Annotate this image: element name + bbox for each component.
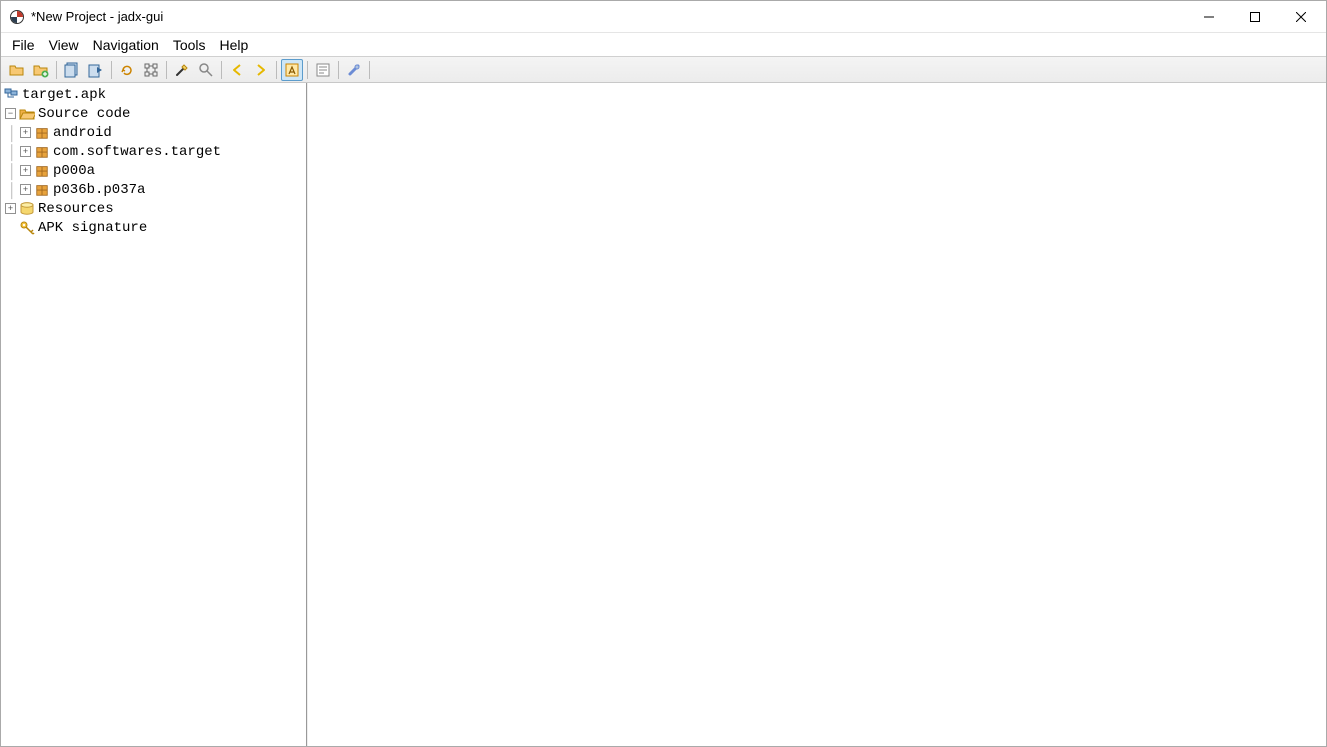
project-tree-panel[interactable]: target.apk − Source code │ + android │ + bbox=[1, 83, 307, 746]
save-all-button[interactable] bbox=[61, 59, 83, 81]
toolbar-separator bbox=[276, 61, 277, 79]
flatten-packages-button[interactable] bbox=[140, 59, 162, 81]
log-viewer-button[interactable] bbox=[312, 59, 334, 81]
toolbar-separator bbox=[111, 61, 112, 79]
highlight-button[interactable] bbox=[281, 59, 303, 81]
tree-node-label: p036b.p037a bbox=[53, 182, 145, 198]
add-files-button[interactable] bbox=[30, 59, 52, 81]
export-button[interactable] bbox=[85, 59, 107, 81]
collapse-toggle[interactable]: − bbox=[5, 108, 16, 119]
menu-view[interactable]: View bbox=[42, 35, 86, 55]
menu-tools[interactable]: Tools bbox=[166, 35, 213, 55]
menu-navigation[interactable]: Navigation bbox=[86, 35, 166, 55]
sync-button[interactable] bbox=[116, 59, 138, 81]
menu-file[interactable]: File bbox=[5, 35, 42, 55]
open-file-button[interactable] bbox=[6, 59, 28, 81]
menubar: File View Navigation Tools Help bbox=[1, 33, 1326, 57]
package-icon bbox=[34, 144, 50, 160]
minimize-button[interactable] bbox=[1186, 1, 1232, 32]
toolbar-separator bbox=[56, 61, 57, 79]
nav-back-button[interactable] bbox=[226, 59, 248, 81]
toolbar-separator bbox=[166, 61, 167, 79]
tree-node-label: Resources bbox=[38, 201, 114, 217]
tree-apk-signature[interactable]: APK signature bbox=[1, 218, 306, 237]
toolbar-separator bbox=[307, 61, 308, 79]
toolbar bbox=[1, 57, 1326, 83]
toolbar-separator bbox=[369, 61, 370, 79]
work-area: target.apk − Source code │ + android │ + bbox=[1, 83, 1326, 746]
toolbar-separator bbox=[338, 61, 339, 79]
tree-leaf bbox=[5, 222, 16, 233]
deobfuscate-button[interactable] bbox=[171, 59, 193, 81]
expand-toggle[interactable]: + bbox=[20, 127, 31, 138]
tree-node-label: p000a bbox=[53, 163, 95, 179]
maximize-button[interactable] bbox=[1232, 1, 1278, 32]
tree-package[interactable]: │ + com.softwares.target bbox=[1, 142, 306, 161]
tree-resources[interactable]: + Resources bbox=[1, 199, 306, 218]
tree-node-label: android bbox=[53, 125, 112, 141]
tree-node-label: Source code bbox=[38, 106, 130, 122]
expand-toggle[interactable]: + bbox=[20, 165, 31, 176]
close-button[interactable] bbox=[1278, 1, 1324, 32]
expand-toggle[interactable]: + bbox=[5, 203, 16, 214]
package-icon bbox=[34, 182, 50, 198]
menu-help[interactable]: Help bbox=[213, 35, 256, 55]
tree-node-label: com.softwares.target bbox=[53, 144, 221, 160]
nav-forward-button[interactable] bbox=[250, 59, 272, 81]
expand-toggle[interactable]: + bbox=[20, 146, 31, 157]
apk-file-icon bbox=[3, 87, 19, 103]
editor-panel bbox=[307, 83, 1326, 746]
app-icon bbox=[9, 9, 25, 25]
tree-package[interactable]: │ + android bbox=[1, 123, 306, 142]
source-folder-icon bbox=[19, 106, 35, 122]
key-icon bbox=[19, 220, 35, 236]
preferences-button[interactable] bbox=[343, 59, 365, 81]
tree-package[interactable]: │ + p036b.p037a bbox=[1, 180, 306, 199]
search-button[interactable] bbox=[195, 59, 217, 81]
window-title: *New Project - jadx-gui bbox=[31, 9, 1186, 24]
tree-package[interactable]: │ + p000a bbox=[1, 161, 306, 180]
package-icon bbox=[34, 163, 50, 179]
tree-root-apk[interactable]: target.apk bbox=[1, 85, 306, 104]
expand-toggle[interactable]: + bbox=[20, 184, 31, 195]
package-icon bbox=[34, 125, 50, 141]
tree-source-code[interactable]: − Source code bbox=[1, 104, 306, 123]
tree-node-label: APK signature bbox=[38, 220, 147, 236]
tree-node-label: target.apk bbox=[22, 87, 106, 103]
resources-icon bbox=[19, 201, 35, 217]
toolbar-separator bbox=[221, 61, 222, 79]
window-titlebar: *New Project - jadx-gui bbox=[1, 1, 1326, 33]
